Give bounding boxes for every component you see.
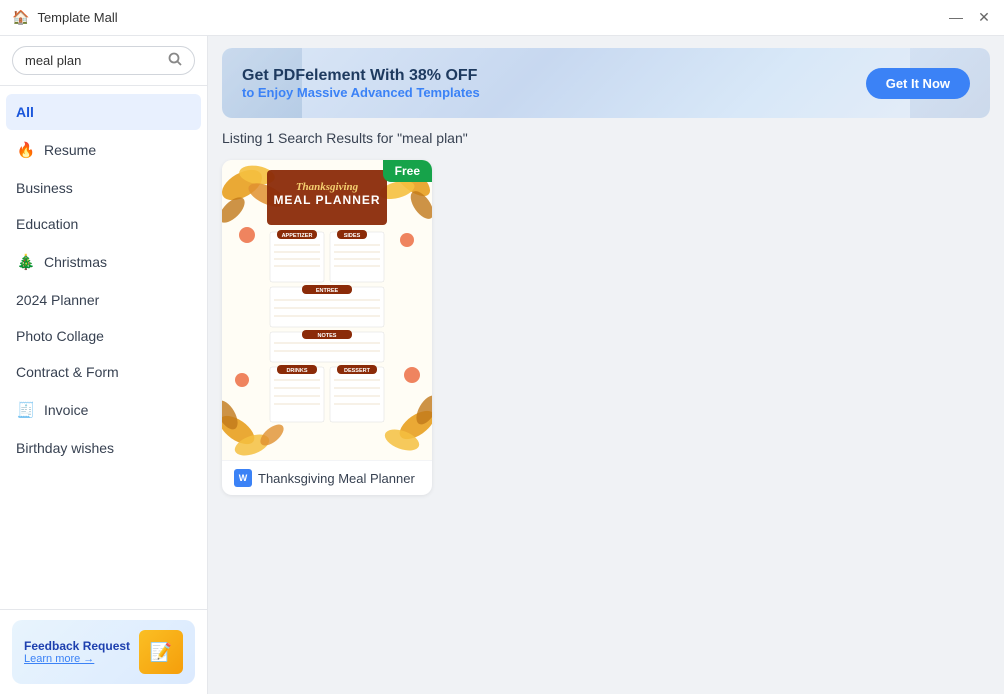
- minimize-button[interactable]: —: [948, 9, 964, 26]
- christmas-icon: 🎄: [16, 252, 36, 272]
- promo-banner: Get PDFelement With 38% OFF to Enjoy Mas…: [222, 48, 990, 118]
- search-input[interactable]: [25, 53, 162, 68]
- sidebar-item-planner[interactable]: 2024 Planner: [0, 282, 207, 318]
- svg-text:Thanksgiving: Thanksgiving: [296, 181, 359, 193]
- sidebar-item-label: 2024 Planner: [16, 292, 99, 308]
- svg-text:SIDES: SIDES: [344, 233, 361, 239]
- svg-text:APPETIZER: APPETIZER: [282, 233, 313, 239]
- sidebar-nav: All 🔥 Resume Business Education 🎄 Christ…: [0, 86, 207, 609]
- search-icon: [168, 52, 182, 69]
- svg-text:DRINKS: DRINKS: [286, 368, 307, 374]
- titlebar: 🏠 Template Mall — ✕: [0, 0, 1004, 36]
- sidebar-item-label: Contract & Form: [16, 364, 119, 380]
- template-footer: W Thanksgiving Meal Planner: [222, 460, 432, 495]
- template-card[interactable]: Free: [222, 160, 432, 495]
- titlebar-left: 🏠 Template Mall: [12, 9, 118, 26]
- sidebar-item-label: Christmas: [44, 254, 107, 270]
- sidebar-header: [0, 36, 207, 86]
- sidebar-item-label: Business: [16, 180, 73, 196]
- feedback-image: 📝: [139, 630, 183, 674]
- doc-icon: W: [234, 469, 252, 487]
- sidebar-item-label: Invoice: [44, 402, 88, 418]
- sidebar-footer: Feedback Request Learn more → 📝: [0, 609, 207, 694]
- feedback-title: Feedback Request: [24, 639, 131, 653]
- svg-text:ENTREE: ENTREE: [316, 288, 339, 294]
- sidebar-item-christmas[interactable]: 🎄 Christmas: [0, 242, 207, 282]
- svg-text:MEAL PLANNER: MEAL PLANNER: [273, 193, 380, 207]
- sidebar-item-education[interactable]: Education: [0, 206, 207, 242]
- sidebar-item-label: All: [16, 104, 34, 120]
- templates-grid: Free: [222, 160, 990, 495]
- sidebar-item-photo-collage[interactable]: Photo Collage: [0, 318, 207, 354]
- feedback-link[interactable]: Learn more →: [24, 653, 131, 665]
- sidebar-item-label: Birthday wishes: [16, 440, 114, 456]
- sidebar-item-label: Education: [16, 216, 78, 232]
- main-content: Get PDFelement With 38% OFF to Enjoy Mas…: [208, 36, 1004, 694]
- get-it-now-button[interactable]: Get It Now: [866, 68, 970, 99]
- sidebar-item-label: Photo Collage: [16, 328, 104, 344]
- template-name: Thanksgiving Meal Planner: [258, 471, 415, 486]
- banner-subtitle: to Enjoy Massive Advanced Templates: [242, 85, 480, 100]
- banner-title: Get PDFelement With 38% OFF: [242, 67, 480, 85]
- search-box[interactable]: [12, 46, 195, 75]
- sidebar-item-birthday-wishes[interactable]: Birthday wishes: [0, 430, 207, 466]
- app-body: All 🔥 Resume Business Education 🎄 Christ…: [0, 36, 1004, 694]
- template-thumbnail: Free: [222, 160, 432, 460]
- banner-subtitle-highlight: Advanced Templates: [351, 85, 480, 100]
- close-button[interactable]: ✕: [976, 9, 992, 26]
- invoice-icon: 🧾: [16, 400, 36, 420]
- results-area: Listing 1 Search Results for "meal plan"…: [208, 130, 1004, 509]
- results-summary: Listing 1 Search Results for "meal plan": [222, 130, 990, 146]
- sidebar-item-invoice[interactable]: 🧾 Invoice: [0, 390, 207, 430]
- banner-subtitle-text: to Enjoy Massive: [242, 85, 351, 100]
- sidebar-item-resume[interactable]: 🔥 Resume: [0, 130, 207, 170]
- app-title: Template Mall: [37, 10, 117, 25]
- sidebar-item-contract-form[interactable]: Contract & Form: [0, 354, 207, 390]
- sidebar-item-label: Resume: [44, 142, 96, 158]
- sidebar-item-business[interactable]: Business: [0, 170, 207, 206]
- fire-icon: 🔥: [16, 140, 36, 160]
- window-controls: — ✕: [948, 9, 992, 26]
- sidebar-item-all[interactable]: All: [6, 94, 201, 130]
- svg-text:NOTES: NOTES: [318, 333, 337, 339]
- banner-text: Get PDFelement With 38% OFF to Enjoy Mas…: [242, 67, 480, 100]
- home-icon: 🏠: [12, 9, 29, 26]
- free-badge: Free: [383, 160, 432, 182]
- svg-text:DESSERT: DESSERT: [344, 368, 371, 374]
- planner-visual: Thanksgiving MEAL PLANNER APPETIZER SIDE…: [222, 160, 432, 460]
- feedback-card: Feedback Request Learn more → 📝: [12, 620, 195, 684]
- sidebar: All 🔥 Resume Business Education 🎄 Christ…: [0, 36, 208, 694]
